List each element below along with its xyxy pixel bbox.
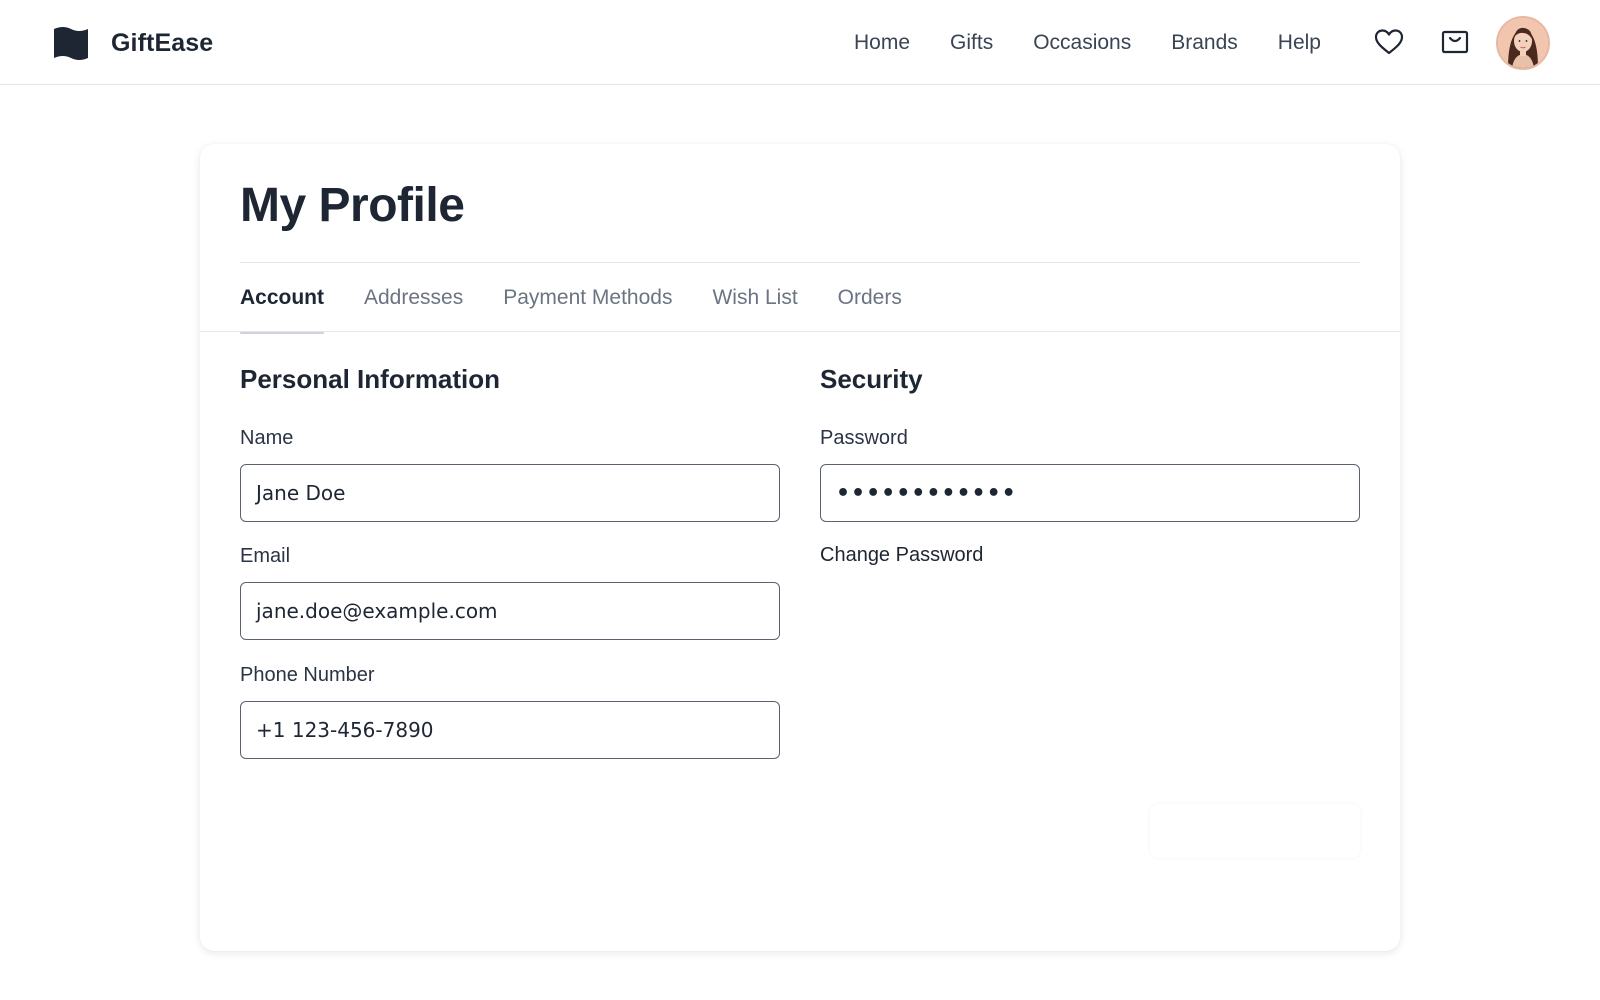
nav-link-occasions[interactable]: Occasions bbox=[1033, 31, 1131, 55]
password-label: Password bbox=[820, 427, 908, 449]
email-label: Email bbox=[240, 545, 291, 567]
shopping-bag-icon bbox=[1441, 30, 1469, 54]
brand[interactable]: GiftEase bbox=[53, 25, 213, 61]
nav-link-help[interactable]: Help bbox=[1278, 31, 1321, 55]
save-button[interactable] bbox=[1150, 804, 1360, 858]
user-avatar[interactable] bbox=[1496, 16, 1550, 70]
phone-label: Phone Number bbox=[240, 664, 375, 686]
top-navigation-bar: GiftEase Home Gifts Occasions Brands Hel… bbox=[0, 0, 1600, 85]
tab-payment-methods[interactable]: Payment Methods bbox=[503, 284, 672, 332]
tabs-divider bbox=[200, 331, 1400, 332]
page-title: My Profile bbox=[240, 179, 465, 232]
brand-name: GiftEase bbox=[111, 28, 214, 57]
personal-info-heading: Personal Information bbox=[240, 364, 501, 394]
tab-addresses[interactable]: Addresses bbox=[364, 284, 463, 332]
flag-icon bbox=[54, 27, 88, 60]
tab-orders[interactable]: Orders bbox=[838, 284, 902, 332]
wishlist-button[interactable] bbox=[1374, 27, 1404, 57]
nav-link-home[interactable]: Home bbox=[854, 31, 910, 55]
security-heading: Security bbox=[820, 364, 923, 394]
password-input[interactable]: •••••••••••• bbox=[820, 464, 1360, 522]
phone-input[interactable]: +1 123-456-7890 bbox=[240, 701, 780, 759]
tab-account[interactable]: Account bbox=[240, 284, 324, 334]
nav-link-gifts[interactable]: Gifts bbox=[950, 31, 993, 55]
title-divider bbox=[240, 262, 1360, 263]
avatar-image bbox=[1498, 18, 1548, 68]
email-input[interactable]: jane.doe@example.com bbox=[240, 582, 780, 640]
name-input[interactable]: Jane Doe bbox=[240, 464, 780, 522]
profile-card: My Profile Account Addresses Payment Met… bbox=[200, 144, 1400, 951]
main-nav: Home Gifts Occasions Brands Help bbox=[854, 0, 1321, 85]
cart-button[interactable] bbox=[1440, 27, 1470, 57]
nav-link-brands[interactable]: Brands bbox=[1171, 31, 1238, 55]
name-label: Name bbox=[240, 427, 294, 449]
tab-wish-list[interactable]: Wish List bbox=[712, 284, 797, 332]
profile-tabs: Account Addresses Payment Methods Wish L… bbox=[240, 284, 942, 334]
heart-icon bbox=[1374, 29, 1404, 55]
change-password-link[interactable]: Change Password bbox=[820, 544, 983, 567]
